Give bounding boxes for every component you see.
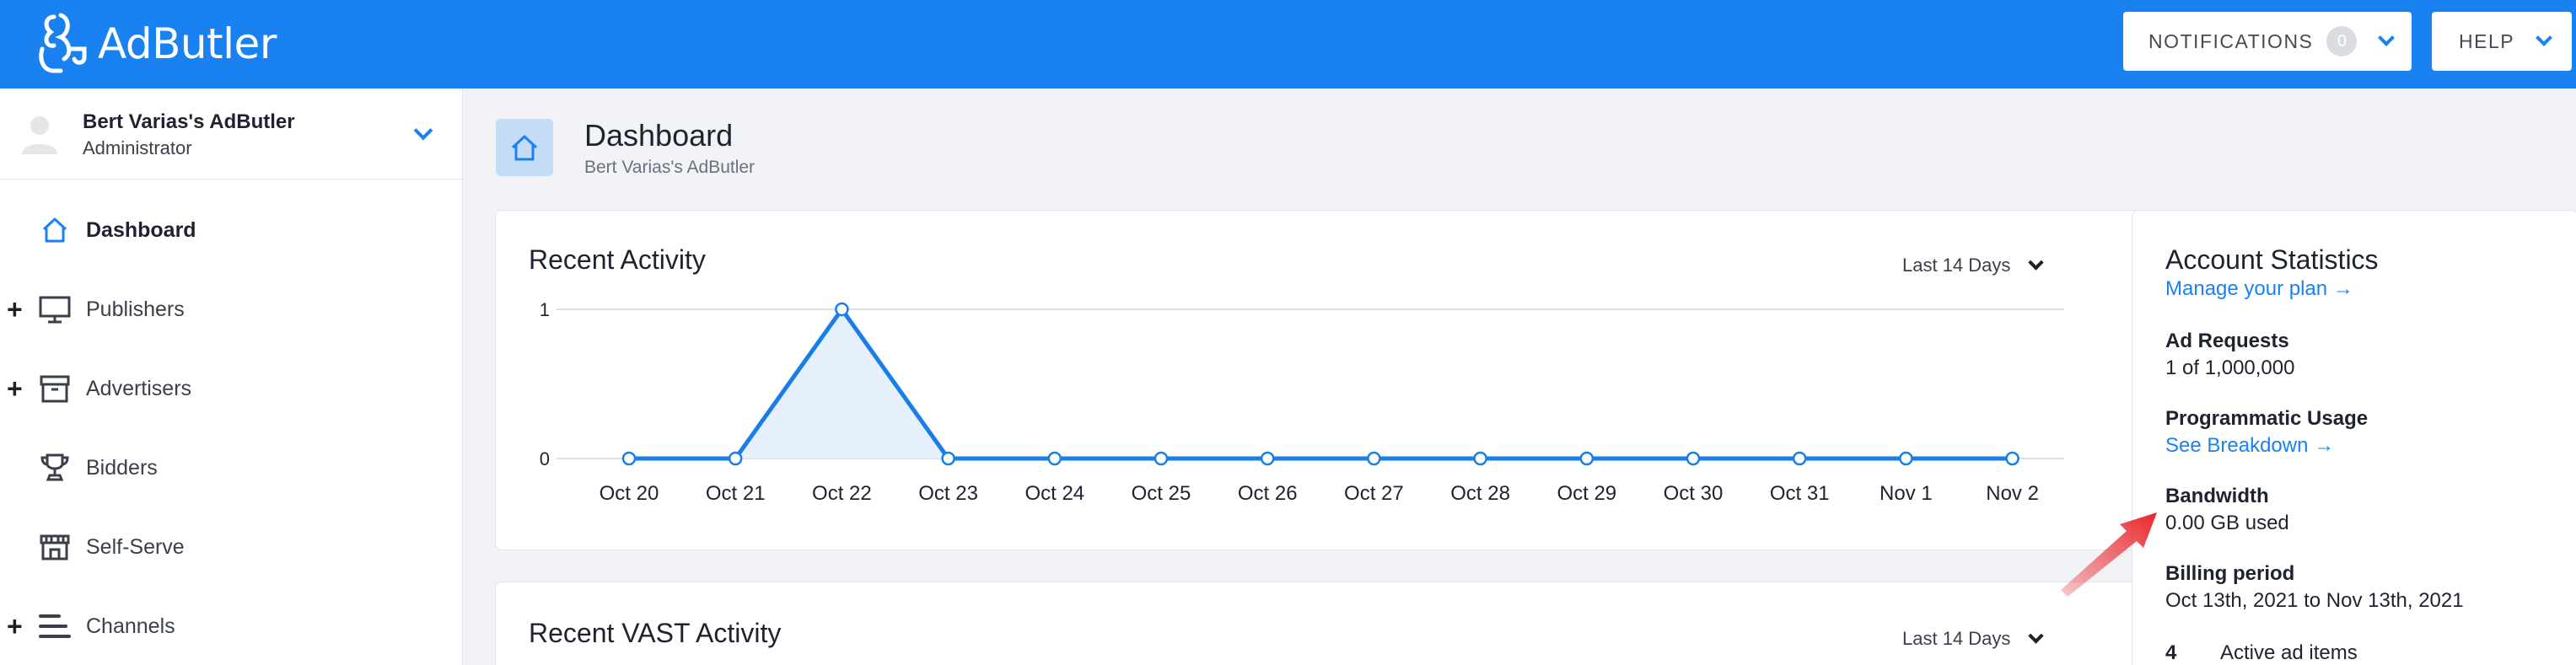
sidebar-item-label: Advertisers	[86, 376, 192, 400]
chevron-down-icon	[2378, 29, 2396, 46]
channels-icon	[39, 614, 71, 638]
data-point	[1579, 451, 1595, 466]
archive-icon	[40, 375, 70, 403]
series-area	[629, 309, 2013, 459]
sidebar-item-dashboard[interactable]: Dashboard	[0, 205, 463, 255]
x-tick-label: Oct 20	[600, 482, 659, 505]
sidebar-item-label: Publishers	[86, 297, 185, 321]
monitor-icon	[39, 296, 71, 324]
x-tick-label: Oct 24	[1024, 482, 1084, 505]
programmatic-usage-label: Programmatic Usage	[2165, 407, 2369, 430]
data-point	[621, 451, 637, 466]
sidebar-item-label: Self-Serve	[86, 534, 185, 559]
sidebar-item-channels[interactable]: + Channels	[0, 601, 463, 652]
help-label: HELP	[2459, 29, 2515, 52]
data-point	[835, 302, 849, 317]
active-ad-items-label: Active ad items	[2220, 641, 2358, 664]
account-name: Bert Varias's AdButler	[83, 110, 295, 133]
data-point	[1047, 451, 1062, 466]
recent-vast-activity-card: Recent VAST Activity Last 14 Days	[495, 582, 2148, 665]
home-icon	[42, 217, 67, 243]
active-ad-items-count: 4	[2165, 641, 2177, 664]
account-statistics-title: Account Statistics	[2165, 244, 2379, 275]
date-range-select[interactable]: Last 14 Days	[1902, 628, 2045, 650]
x-tick-label: Nov 2	[1986, 482, 2039, 505]
avatar	[22, 116, 57, 154]
billing-period-label: Billing period	[2165, 562, 2295, 585]
x-tick-label: Oct 31	[1770, 482, 1830, 505]
ad-requests-value: 1 of 1,000,000	[2165, 357, 2295, 379]
data-point	[941, 451, 955, 466]
x-tick-label: Oct 22	[812, 482, 872, 505]
notifications-count-badge: 0	[2326, 26, 2358, 56]
data-point	[1792, 451, 1807, 466]
sidebar-item-label: Bidders	[86, 455, 158, 480]
y-tick-label: 0	[540, 448, 550, 469]
sidebar-item-publishers[interactable]: + Publishers	[0, 284, 463, 335]
data-point	[1899, 451, 1913, 466]
home-icon	[511, 135, 538, 161]
billing-period-value: Oct 13th, 2021 to Nov 13th, 2021	[2165, 589, 2464, 612]
notifications-button[interactable]: NOTIFICATIONS 0	[2123, 12, 2412, 71]
expand-plus-icon[interactable]: +	[7, 294, 23, 325]
sidebar-item-self-serve[interactable]: Self-Serve	[0, 522, 463, 572]
sidebar: Bert Varias's AdButler Administrator Das…	[0, 88, 463, 665]
sidebar-item-label: Dashboard	[86, 217, 196, 242]
sidebar-item-bidders[interactable]: Bidders	[0, 442, 463, 493]
x-tick-label: Oct 26	[1238, 482, 1298, 505]
x-tick-label: Nov 1	[1880, 482, 1933, 505]
bandwidth-label: Bandwidth	[2165, 485, 2269, 507]
data-point	[1686, 451, 1701, 466]
x-tick-label: Oct 29	[1557, 482, 1616, 505]
account-role: Administrator	[83, 137, 192, 158]
x-tick-label: Oct 27	[1344, 482, 1404, 505]
recent-vast-activity-title: Recent VAST Activity	[529, 618, 782, 648]
data-point	[1473, 451, 1487, 466]
sidebar-item-advertisers[interactable]: + Advertisers	[0, 363, 463, 414]
recent-activity-chart: 0 1 Oct 20 Oct 21 Oct 22 Oct 23 Oct 24 Oct 25 Oc…	[540, 299, 2064, 505]
help-button[interactable]: HELP	[2432, 12, 2572, 71]
page-icon-tile	[496, 119, 553, 176]
data-point	[728, 451, 743, 466]
top-bar: AdButler NOTIFICATIONS 0 HELP	[0, 0, 2576, 88]
notifications-label: NOTIFICATIONS	[2148, 29, 2314, 52]
page-title: Dashboard	[584, 118, 734, 153]
brand-name: AdButler	[98, 19, 277, 68]
brand-logo[interactable]: AdButler	[35, 12, 277, 76]
trophy-icon	[40, 453, 69, 481]
x-tick-label: Oct 23	[918, 482, 978, 505]
annotation-arrow-icon	[2061, 512, 2157, 597]
expand-plus-icon[interactable]: +	[7, 373, 23, 405]
x-tick-label: Oct 21	[706, 482, 766, 505]
bandwidth-value: 0.00 GB used	[2165, 512, 2289, 534]
chevron-down-icon	[2536, 29, 2552, 46]
recent-activity-card: Recent Activity Last 14 Days 0 1 Oct 20 Oct…	[495, 210, 2148, 550]
storefront-icon	[40, 534, 70, 560]
data-point	[1367, 451, 1381, 466]
account-switcher[interactable]: Bert Varias's AdButler Administrator	[0, 88, 463, 180]
data-point	[1154, 451, 1169, 466]
x-tick-label: Oct 25	[1132, 482, 1191, 505]
page-subtitle: Bert Varias's AdButler	[584, 158, 756, 177]
manage-plan-link[interactable]: Manage your plan →	[2165, 277, 2353, 301]
data-point	[1260, 451, 1275, 466]
date-range-label: Last 14 Days	[1902, 628, 2011, 649]
ad-requests-label: Ad Requests	[2165, 330, 2289, 352]
x-tick-label: Oct 28	[1450, 482, 1510, 505]
expand-plus-icon[interactable]: +	[7, 611, 23, 642]
see-breakdown-link[interactable]: See Breakdown →	[2165, 434, 2334, 458]
x-tick-label: Oct 30	[1664, 482, 1724, 505]
y-tick-label: 1	[540, 299, 550, 320]
butler-logo-icon	[39, 13, 87, 73]
data-point	[2005, 451, 2019, 466]
chevron-down-icon	[413, 121, 433, 141]
chevron-down-icon	[2028, 628, 2045, 644]
sidebar-item-label: Channels	[86, 614, 175, 638]
